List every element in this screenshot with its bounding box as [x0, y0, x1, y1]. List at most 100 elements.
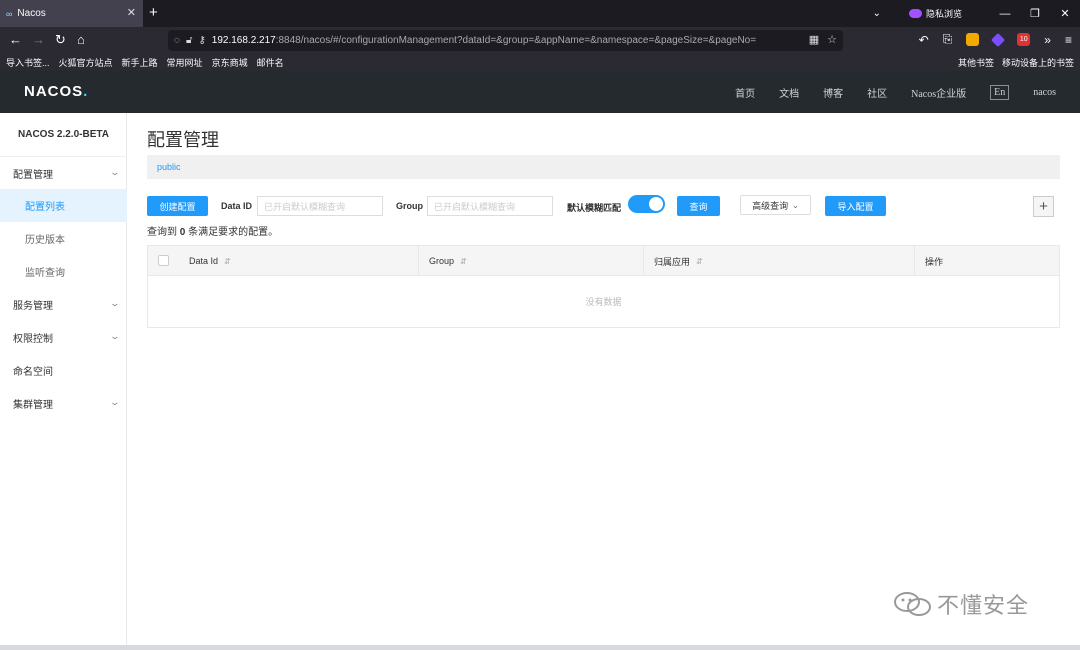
close-window-button[interactable]: ✕	[1050, 7, 1080, 20]
window-bottom-edge	[0, 645, 1080, 650]
result-count: 0	[179, 227, 186, 238]
chevron-down-icon: ⌄	[109, 167, 121, 177]
group-input[interactable]: 已开启默认模糊查询	[427, 196, 553, 216]
sidebar-item-config-management[interactable]: 配置管理 ⌄	[0, 157, 127, 190]
sidebar-item-cluster-management[interactable]: 集群管理 ⌄	[0, 387, 127, 420]
mail-badge-icon[interactable]: 10	[1017, 33, 1031, 46]
column-divider	[914, 246, 915, 276]
add-icon[interactable]: +	[1033, 196, 1054, 217]
column-divider	[418, 246, 419, 276]
column-divider	[643, 246, 644, 276]
result-summary: 查询到 0 条满足要求的配置。	[147, 227, 279, 238]
private-browsing-indicator: 隐私浏览	[908, 7, 962, 20]
watermark: 不懂安全	[893, 588, 1029, 620]
advanced-query-button[interactable]: 高级查询 ⌄	[740, 195, 811, 215]
new-tab-button[interactable]: +	[149, 4, 158, 21]
forward-icon[interactable]: →	[32, 32, 45, 47]
url-path: :8848/nacos/#/configurationManagement?da…	[275, 35, 757, 46]
sidebar-item-access-control[interactable]: 权限控制 ⌄	[0, 321, 127, 354]
language-switch[interactable]: En	[990, 84, 1010, 100]
app-header: NACOS. 首页 文档 博客 社区 Nacos企业版 En nacos	[0, 71, 1080, 113]
query-button[interactable]: 查询	[677, 196, 720, 216]
tab-title: Nacos	[17, 8, 46, 19]
qr-code-icon[interactable]: ▦	[809, 33, 819, 46]
url-bar[interactable]: ◌ 🔓︎ ⚷ 192.168.2.217 :8848/nacos/#/confi…	[168, 30, 843, 51]
bug-extension-icon[interactable]	[966, 33, 980, 46]
sidebar: NACOS 2.2.0-BETA 配置管理 ⌄ 配置列表 历史版本 监听查询 服…	[0, 113, 127, 650]
star-icon[interactable]: ☆	[827, 33, 837, 46]
bookmark-item[interactable]: 邮件名	[257, 56, 284, 69]
bookmark-folder[interactable]: 其他书签	[958, 56, 994, 69]
undo-icon[interactable]: ↶	[919, 33, 929, 47]
page-title: 配置管理	[147, 130, 219, 150]
top-nav: 首页 文档 博客 社区 Nacos企业版 En nacos	[735, 71, 1080, 113]
private-mask-icon	[908, 9, 922, 18]
more-tools-icon[interactable]: »	[1044, 33, 1051, 47]
namespace-link-public[interactable]: public	[157, 162, 181, 172]
create-config-button[interactable]: 创建配置	[147, 196, 208, 216]
vpn-extension-icon[interactable]	[991, 32, 1006, 47]
user-menu[interactable]: nacos	[1033, 87, 1056, 98]
home-icon[interactable]: ⌂	[77, 32, 85, 47]
sort-icon[interactable]: ⇵	[224, 257, 231, 266]
maximize-button[interactable]: ❐	[1020, 7, 1050, 20]
minimize-button[interactable]: —	[990, 8, 1020, 20]
chevron-down-icon: ⌄	[792, 200, 799, 210]
browser-tab[interactable]: ∞ Nacos ✕	[0, 0, 143, 27]
data-id-input[interactable]: 已开启默认模糊查询	[257, 196, 383, 216]
extensions-icon[interactable]: ⎘	[943, 32, 953, 47]
url-host: 192.168.2.217	[211, 35, 276, 46]
nav-enterprise[interactable]: Nacos企业版	[911, 85, 966, 100]
menu-icon[interactable]: ≡	[1065, 33, 1072, 47]
sidebar-item-service-management[interactable]: 服务管理 ⌄	[0, 288, 127, 321]
sort-icon[interactable]: ⇵	[460, 257, 467, 266]
reload-icon[interactable]: ↻	[55, 32, 66, 48]
fuzzy-match-toggle[interactable]	[628, 195, 665, 213]
nav-docs[interactable]: 文档	[779, 85, 799, 100]
nacos-tab-icon: ∞	[6, 8, 13, 19]
wechat-icon	[894, 592, 931, 616]
sidebar-item-listener-query[interactable]: 监听查询	[0, 255, 127, 288]
browser-nav-bar: ← → ↻ ⌂ ◌ 🔓︎ ⚷ 192.168.2.217 :8848/nacos…	[0, 27, 1080, 54]
nav-home[interactable]: 首页	[735, 85, 755, 100]
nacos-logo[interactable]: NACOS.	[24, 83, 88, 100]
nav-blog[interactable]: 博客	[823, 85, 843, 100]
bookmark-item[interactable]: 京东商城	[212, 56, 248, 69]
chevron-down-icon[interactable]: ⌄	[873, 8, 881, 19]
browser-tab-bar: ∞ Nacos ✕ + ⌄ 隐私浏览 — ❐ ✕	[0, 0, 1080, 27]
column-header-data-id[interactable]: Data Id ⇵	[189, 246, 231, 276]
group-label: Group	[396, 201, 423, 211]
nav-community[interactable]: 社区	[867, 85, 887, 100]
table-header: Data Id ⇵ Group ⇵ 归属应用 ⇵ 操作	[148, 246, 1059, 276]
bookmark-item[interactable]: 火狐官方站点	[59, 56, 113, 69]
close-icon[interactable]: ✕	[127, 6, 136, 19]
chevron-down-icon: ⌄	[109, 397, 121, 407]
toggle-knob	[649, 197, 663, 211]
column-header-group[interactable]: Group ⇵	[429, 246, 467, 276]
chevron-down-icon: ⌄	[109, 298, 121, 308]
lock-icon[interactable]: 🔓︎	[186, 35, 192, 46]
select-all-checkbox[interactable]	[158, 255, 169, 266]
column-header-app[interactable]: 归属应用 ⇵	[654, 246, 703, 276]
sidebar-item-history[interactable]: 历史版本	[0, 222, 127, 255]
shield-icon[interactable]: ◌	[174, 35, 180, 46]
column-header-actions: 操作	[925, 256, 944, 267]
bookmarks-bar: 导入书签... 火狐官方站点 新手上路 常用网址 京东商城 邮件名 其他书签 移…	[0, 54, 1080, 71]
back-icon[interactable]: ←	[9, 32, 22, 47]
data-id-label: Data ID	[221, 201, 253, 211]
import-config-button[interactable]: 导入配置	[825, 196, 886, 216]
key-icon[interactable]: ⚷	[198, 35, 205, 46]
bookmark-item[interactable]: 新手上路	[122, 56, 158, 69]
fuzzy-match-label: 默认模糊匹配	[567, 203, 622, 213]
namespace-bar: public	[147, 155, 1060, 179]
config-table: Data Id ⇵ Group ⇵ 归属应用 ⇵ 操作 没有数据	[147, 245, 1060, 328]
bookmark-item[interactable]: 常用网址	[167, 56, 203, 69]
sort-icon[interactable]: ⇵	[696, 257, 703, 266]
product-version: NACOS 2.2.0-BETA	[18, 129, 109, 140]
sidebar-item-config-list[interactable]: 配置列表	[0, 189, 127, 222]
sidebar-item-namespace[interactable]: 命名空间	[0, 354, 127, 387]
bookmark-folder[interactable]: 移动设备上的书签	[1002, 56, 1074, 69]
chevron-down-icon: ⌄	[109, 331, 121, 341]
bookmark-item[interactable]: 导入书签...	[6, 56, 50, 69]
empty-state: 没有数据	[585, 297, 622, 307]
